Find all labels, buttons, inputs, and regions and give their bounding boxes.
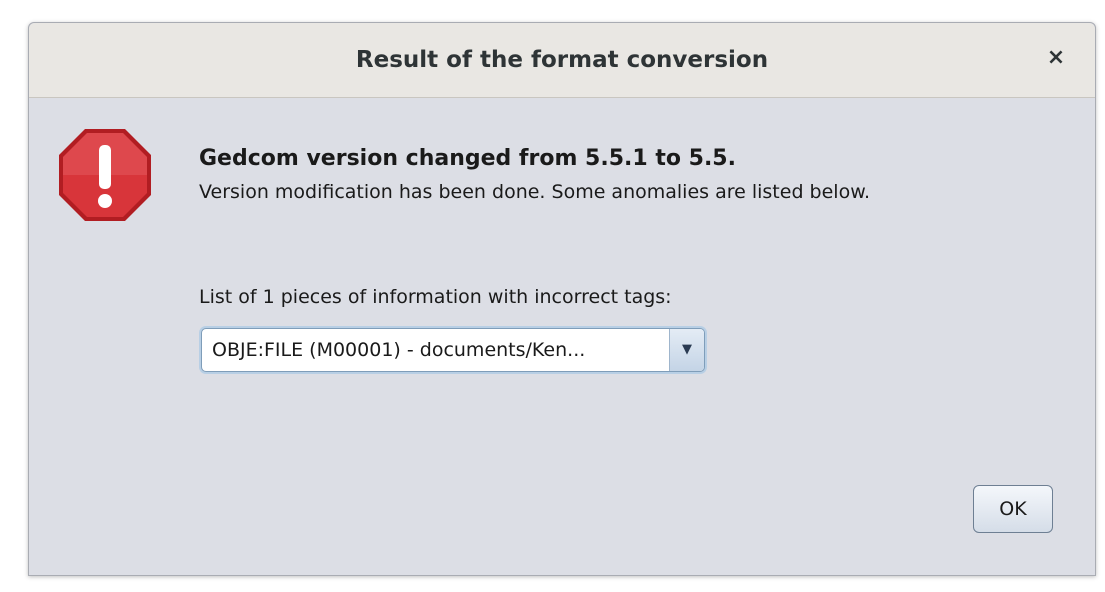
message-text: Version modification has been done. Some… [199,181,871,203]
error-octagon-icon [59,129,151,221]
conversion-result-dialog: Result of the format conversion × Gedcom… [28,22,1096,576]
chevron-down-icon[interactable]: ▼ [669,329,704,371]
close-icon[interactable]: × [1043,43,1069,73]
ok-button[interactable]: OK [973,485,1053,533]
anomaly-list-label: List of 1 pieces of information with inc… [199,286,672,308]
anomaly-combobox[interactable]: OBJE:FILE (M00001) - documents/Ken... ▼ [201,328,705,372]
dialog-title: Result of the format conversion [355,47,769,73]
combobox-selected-value: OBJE:FILE (M00001) - documents/Ken... [212,339,586,361]
message-heading: Gedcom version changed from 5.5.1 to 5.5… [199,146,736,171]
dialog-titlebar[interactable]: Result of the format conversion × [29,23,1095,98]
